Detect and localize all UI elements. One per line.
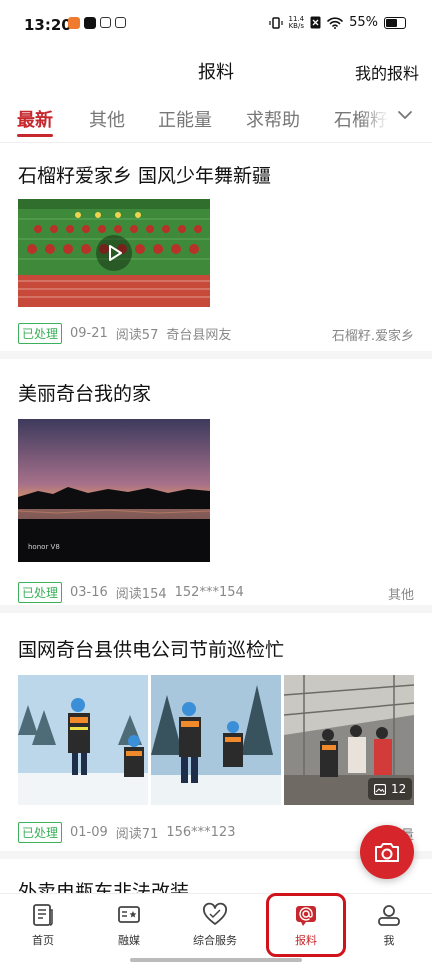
status-bar: 13:20 11.4 KB/s 55% xyxy=(0,0,432,52)
post-reads: 阅读154 xyxy=(115,587,167,602)
wifi-icon xyxy=(327,16,343,29)
nav-label: 我 xyxy=(383,934,395,947)
notification-app-icon xyxy=(115,17,126,28)
tab-other[interactable]: 其他 xyxy=(89,106,125,132)
divider xyxy=(0,605,432,613)
tab-latest[interactable]: 最新 xyxy=(17,106,53,132)
battery-icon xyxy=(384,16,406,29)
tab-seek-help[interactable]: 求帮助 xyxy=(246,106,300,132)
bottom-navigation: 首页 融媒 综合服务 报料 我 xyxy=(0,893,432,965)
chevron-down-icon[interactable] xyxy=(396,106,414,124)
nav-home[interactable]: 首页 xyxy=(0,894,86,956)
vibrate-icon xyxy=(268,16,283,29)
person-icon xyxy=(378,905,400,926)
notification-app-icon xyxy=(100,17,111,28)
post-meta: 已处理 09-21 阅读57 奇台县网友 xyxy=(18,323,231,344)
image-count: 12 xyxy=(391,782,407,796)
network-speed-unit: KB/s xyxy=(288,21,304,30)
status-badge: 已处理 xyxy=(18,822,63,843)
post-reads: 阅读57 xyxy=(115,328,159,343)
post-title[interactable]: 国网奇台县供电公司节前巡检忙 xyxy=(18,635,284,662)
post-feed[interactable]: 石榴籽爱家乡 国风少年舞新疆 已处理 09-21 阅读57 奇台县网友 石榴籽.… xyxy=(0,143,432,893)
post-image[interactable]: honor V8 xyxy=(18,419,210,562)
network-speed: 11.4 KB/s xyxy=(288,15,305,30)
nav-media[interactable]: 融媒 xyxy=(86,894,172,956)
post-category[interactable]: 石榴籽.爱家乡 xyxy=(332,325,414,344)
post-author: 152***154 xyxy=(174,585,244,600)
sim-off-icon xyxy=(310,16,321,29)
my-reports-button[interactable]: 我的报料 xyxy=(355,60,419,84)
post-category[interactable]: 其他 xyxy=(388,584,414,603)
category-tabs: 最新 其他 正能量 求帮助 石榴籽 xyxy=(0,96,432,143)
play-button[interactable] xyxy=(96,235,132,271)
tiktok-icon xyxy=(84,17,96,29)
post-title[interactable]: 美丽奇台我的家 xyxy=(18,379,151,406)
camera-report-button[interactable] xyxy=(360,825,414,879)
notification-app-icon xyxy=(68,17,80,29)
post-card[interactable]: 国网奇台县供电公司节前巡检忙 12 已处理 01-09 阅读71 156***1… xyxy=(0,613,432,843)
image-count-badge: 12 xyxy=(368,778,413,800)
active-tab-indicator xyxy=(17,134,53,137)
post-card[interactable]: 美丽奇台我的家 honor V8 已处理 03-16 阅读154 152***1… xyxy=(0,359,432,605)
status-notification-icons xyxy=(68,17,126,29)
nav-label: 综合服务 xyxy=(193,934,237,947)
post-date: 09-21 xyxy=(70,326,108,341)
post-date: 03-16 xyxy=(70,585,108,600)
status-badge: 已处理 xyxy=(18,323,63,344)
post-video-thumbnail[interactable] xyxy=(18,199,210,307)
nav-label: 融媒 xyxy=(118,934,140,947)
image-icon xyxy=(374,783,386,795)
sunset-lake-image xyxy=(18,419,210,562)
nav-me[interactable]: 我 xyxy=(346,894,432,956)
post-meta: 已处理 03-16 阅读154 152***154 xyxy=(18,582,244,603)
post-author: 奇台县网友 xyxy=(166,328,232,343)
post-author: 156***123 xyxy=(166,825,236,840)
post-meta: 已处理 01-09 阅读71 156***123 xyxy=(18,822,235,843)
gallery-image-2[interactable] xyxy=(151,675,281,805)
gallery-image-1[interactable] xyxy=(18,675,148,805)
status-time: 13:20 xyxy=(24,16,72,34)
post-title[interactable]: 外卖电瓶车非法改装 xyxy=(18,877,189,893)
status-right: 11.4 KB/s 55% xyxy=(268,15,406,30)
nav-label: 首页 xyxy=(32,934,54,947)
divider xyxy=(0,351,432,359)
camera-icon xyxy=(375,843,399,862)
post-card[interactable]: 石榴籽爱家乡 国风少年舞新疆 已处理 09-21 阅读57 奇台县网友 石榴籽.… xyxy=(0,143,432,351)
status-badge: 已处理 xyxy=(18,582,63,603)
post-date: 01-09 xyxy=(70,825,108,840)
heart-service-icon xyxy=(203,902,227,925)
image-watermark: honor V8 xyxy=(28,543,60,551)
active-nav-highlight xyxy=(266,893,346,957)
media-icon xyxy=(118,906,140,923)
news-icon xyxy=(33,904,53,926)
play-icon xyxy=(109,245,122,261)
post-title[interactable]: 石榴籽爱家乡 国风少年舞新疆 xyxy=(18,161,271,188)
post-reads: 阅读71 xyxy=(115,827,159,842)
top-bar: 报料 我的报料 xyxy=(0,52,432,92)
nav-services[interactable]: 综合服务 xyxy=(172,894,258,956)
tab-positive-energy[interactable]: 正能量 xyxy=(158,106,212,132)
home-indicator[interactable] xyxy=(130,958,302,962)
post-gallery[interactable]: 12 xyxy=(18,675,414,805)
battery-percent: 55% xyxy=(349,15,378,30)
